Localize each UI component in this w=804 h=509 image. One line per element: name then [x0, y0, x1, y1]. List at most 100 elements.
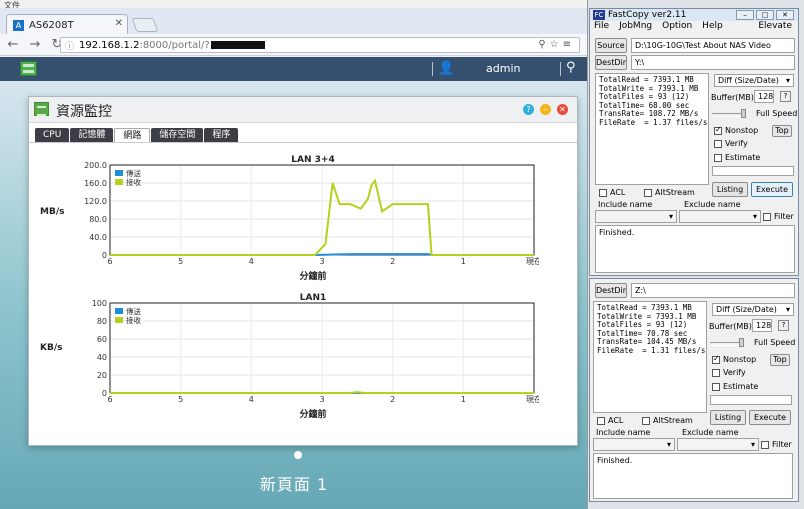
fastcopy-titlebar: FC FastCopy ver2.11 – □ ✕	[590, 9, 798, 21]
checkbox-icon[interactable]	[763, 212, 771, 221]
buffer-field[interactable]: 128	[752, 319, 772, 332]
close-icon[interactable]: ✕	[776, 10, 794, 20]
tab-memory[interactable]: 記憶體	[70, 128, 114, 142]
destdir-button[interactable]: DestDir	[595, 283, 627, 298]
username[interactable]: admin	[486, 62, 520, 75]
checkbox-icon[interactable]	[597, 416, 605, 425]
user-icon[interactable]: 👤	[438, 61, 454, 76]
execute-button[interactable]: Execute	[749, 410, 791, 425]
include-name-label: Include name	[598, 200, 653, 209]
fastcopy-window-top: FC FastCopy ver2.11 – □ ✕ File JobMng Op…	[589, 8, 799, 276]
minimize-icon[interactable]: –	[540, 104, 551, 115]
tab-network[interactable]: 網路	[114, 128, 151, 142]
address-bar-icons[interactable]: ⚲☆≡	[538, 39, 575, 50]
listing-button[interactable]: Listing	[710, 410, 746, 425]
tab-storage[interactable]: 儲存空間	[151, 128, 204, 142]
checkbox-icon[interactable]	[714, 153, 722, 162]
adm-header: 👤 admin ⚲	[0, 57, 587, 81]
new-tab-button[interactable]	[131, 18, 159, 32]
speed-slider-thumb[interactable]	[741, 109, 746, 118]
y-tick-label: 80	[97, 317, 107, 326]
checkbox-icon[interactable]	[761, 440, 769, 449]
speed-slider-thumb[interactable]	[739, 338, 744, 347]
header-divider	[432, 62, 433, 76]
buffer-field[interactable]: 128	[754, 90, 774, 103]
search-icon[interactable]: ⚲	[566, 60, 576, 75]
source-path-field[interactable]: D:\10G-10G\Test About NAS Video	[631, 38, 795, 53]
help-button[interactable]: ?	[778, 320, 789, 331]
top-button[interactable]: Top	[772, 125, 792, 137]
filter-checkbox[interactable]: Filter	[761, 440, 792, 449]
dest-path-field[interactable]: Z:\	[631, 283, 795, 298]
tab-close-icon[interactable]: ✕	[115, 18, 123, 29]
x-axis-label: 分鐘前	[299, 272, 327, 282]
execute-button[interactable]: Execute	[751, 182, 793, 197]
legend-label: 傳送	[126, 306, 141, 316]
tab-processes[interactable]: 程序	[204, 128, 239, 142]
checkbox-icon[interactable]	[644, 188, 652, 197]
destdir-button[interactable]: DestDir	[595, 55, 627, 70]
menu-option[interactable]: Option	[662, 21, 692, 31]
include-name-label: Include name	[596, 428, 651, 437]
nonstop-checkbox[interactable]: Nonstop	[712, 354, 756, 364]
exclude-name-field[interactable]	[679, 210, 761, 223]
include-name-field[interactable]	[593, 438, 675, 451]
page-info-icon[interactable]: ⓘ	[65, 39, 74, 52]
checkbox-icon[interactable]	[599, 188, 607, 197]
include-name-field[interactable]	[595, 210, 677, 223]
elevate-menu[interactable]: Elevate	[758, 21, 792, 31]
checkbox-checked-icon[interactable]	[714, 125, 722, 135]
browser-tab[interactable]: A AS6208T ✕	[6, 14, 128, 35]
x-tick-label: 4	[249, 395, 254, 404]
checkbox-icon[interactable]	[642, 416, 650, 425]
filter-checkbox[interactable]: Filter	[763, 212, 794, 221]
copy-mode-select[interactable]: Diff (Size/Date)	[712, 303, 794, 316]
legend-swatch	[115, 317, 123, 323]
dest-path-field[interactable]: Y:\	[631, 55, 795, 70]
y-tick-label: 120.0	[84, 197, 107, 206]
menu-jobmng[interactable]: JobMng	[619, 21, 652, 31]
copy-mode-select[interactable]: Diff (Size/Date)	[714, 74, 794, 87]
checkbox-icon[interactable]	[712, 382, 720, 391]
full-speed-label: Full Speed	[756, 109, 798, 118]
top-button[interactable]: Top	[770, 354, 790, 366]
y-axis-label: MB/s	[40, 207, 65, 217]
checkbox-icon[interactable]	[714, 139, 722, 148]
checkbox-icon[interactable]	[712, 368, 720, 377]
verify-checkbox[interactable]: Verify	[714, 139, 748, 148]
nonstop-checkbox[interactable]: Nonstop	[714, 125, 758, 135]
address-bar[interactable]: ⓘ 192.168.1.2 :8000/portal/? ⚲☆≡	[60, 37, 580, 53]
acl-checkbox[interactable]: ACL	[599, 188, 625, 197]
page-indicator[interactable]	[294, 451, 302, 459]
source-button[interactable]: Source	[595, 38, 627, 53]
acl-checkbox[interactable]: ACL	[597, 416, 623, 425]
menu-file[interactable]: File	[594, 21, 609, 31]
help-button[interactable]: ?	[780, 91, 791, 102]
fastcopy-title: FastCopy ver2.11	[608, 10, 687, 20]
legend-swatch	[115, 170, 123, 176]
forward-icon[interactable]: →	[26, 37, 44, 52]
acl-label: ACL	[608, 416, 624, 425]
altstream-checkbox[interactable]: AltStream	[642, 416, 693, 425]
menu-help[interactable]: Help	[702, 21, 723, 31]
listing-button[interactable]: Listing	[712, 182, 748, 197]
help-icon[interactable]: ?	[523, 104, 534, 115]
fastcopy-menu: File JobMng Option Help	[594, 21, 723, 31]
altstream-label: AltStream	[653, 416, 693, 425]
log-output: Finished.	[595, 225, 795, 273]
minimize-icon[interactable]: –	[736, 10, 754, 20]
checkbox-checked-icon[interactable]	[712, 354, 720, 364]
apps-icon[interactable]	[20, 61, 37, 76]
monitor-tabs: CPU 記憶體 網路 儲存空間 程序	[35, 128, 239, 142]
tab-cpu[interactable]: CPU	[35, 128, 70, 142]
maximize-icon[interactable]: □	[756, 10, 774, 20]
estimate-checkbox[interactable]: Estimate	[712, 382, 758, 391]
altstream-checkbox[interactable]: AltStream	[644, 188, 695, 197]
back-icon[interactable]: ←	[4, 37, 22, 52]
close-icon[interactable]: ✕	[557, 104, 568, 115]
url-prefix: 192.168.1.2	[79, 39, 140, 51]
verify-checkbox[interactable]: Verify	[712, 368, 746, 377]
estimate-checkbox[interactable]: Estimate	[714, 153, 760, 162]
monitor-title: 資源監控	[56, 104, 112, 120]
exclude-name-field[interactable]	[677, 438, 759, 451]
